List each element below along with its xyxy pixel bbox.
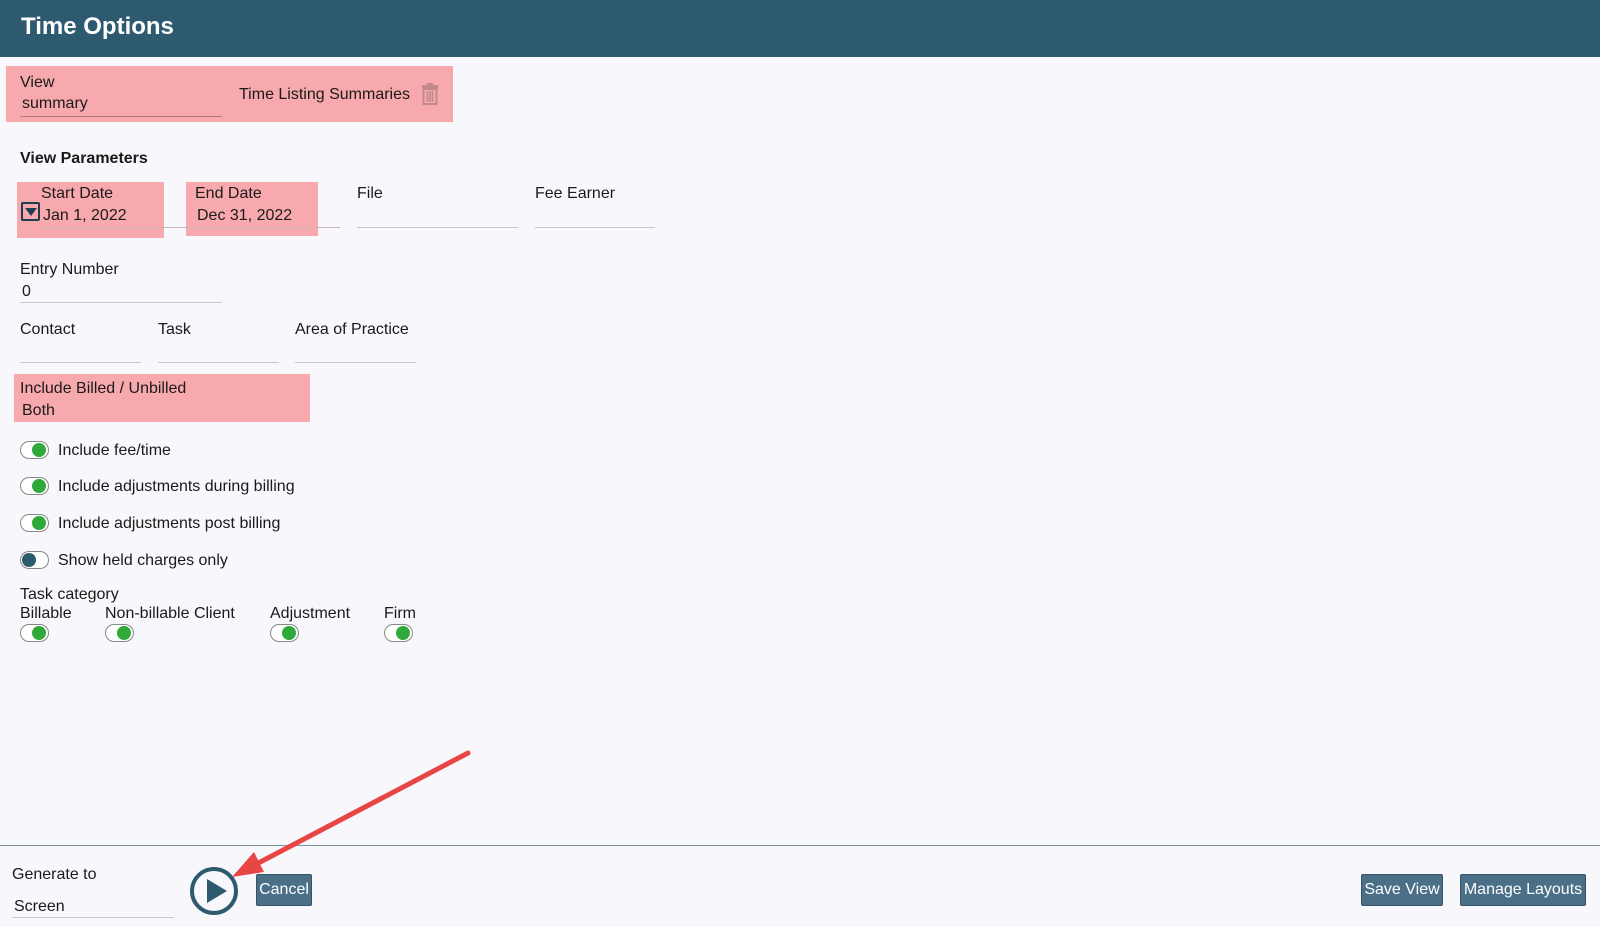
start-date-input[interactable]: Jan 1, 2022 (43, 207, 127, 225)
start-date-label: Start Date (41, 185, 114, 202)
entry-number-label: Entry Number (20, 261, 119, 278)
contact-underline (20, 362, 141, 363)
contact-label: Contact (20, 321, 76, 338)
task-category-non-billable-label: Non-billable Client (105, 605, 235, 622)
entry-number-input[interactable]: 0 (22, 283, 31, 301)
view-label: View (20, 74, 55, 91)
date-underline (40, 227, 340, 228)
show-held-charges-label: Show held charges only (58, 552, 228, 569)
task-category-label: Task category (20, 586, 119, 603)
fee-earner-underline (535, 227, 655, 228)
include-adjustments-post-billing-label: Include adjustments post billing (58, 515, 281, 532)
include-fee-time-toggle[interactable] (20, 441, 49, 459)
play-icon[interactable] (190, 867, 238, 915)
task-category-non-billable-toggle[interactable] (105, 624, 134, 642)
include-adjustments-during-billing-label: Include adjustments during billing (58, 478, 295, 495)
area-of-practice-underline (295, 362, 416, 363)
fee-earner-label: Fee Earner (535, 185, 616, 202)
page-title: Time Options (21, 13, 174, 40)
include-adjustments-post-billing-toggle[interactable] (20, 514, 49, 532)
trash-icon[interactable] (421, 83, 439, 105)
include-fee-time-label: Include fee/time (58, 442, 171, 459)
view-select[interactable]: summary (22, 95, 88, 113)
task-category-adjustment-label: Adjustment (270, 605, 351, 622)
title-bar: Time Options (0, 0, 1600, 57)
task-category-billable-toggle[interactable] (20, 624, 49, 642)
billed-label: Include Billed / Unbilled (20, 380, 187, 397)
view-parameters-heading: View Parameters (20, 150, 148, 167)
footer-divider (0, 845, 1600, 846)
manage-layouts-button[interactable]: Manage Layouts (1460, 874, 1586, 906)
entry-number-underline (20, 302, 222, 303)
generate-to-label: Generate to (12, 866, 97, 883)
task-underline (158, 362, 279, 363)
end-date-input[interactable]: Dec 31, 2022 (197, 207, 292, 225)
billed-select[interactable]: Both (22, 402, 55, 420)
generate-to-underline (12, 917, 174, 918)
cancel-button[interactable]: Cancel (256, 874, 312, 906)
date-picker-chevron-down-icon[interactable] (21, 202, 40, 221)
view-underline (20, 116, 222, 117)
task-category-billable-label: Billable (20, 605, 72, 622)
task-category-firm-label: Firm (384, 605, 416, 622)
task-category-adjustment-toggle[interactable] (270, 624, 299, 642)
end-date-label: End Date (195, 185, 262, 202)
task-category-firm-toggle[interactable] (384, 624, 413, 642)
generate-to-select[interactable]: Screen (14, 898, 65, 916)
layout-name: Time Listing Summaries (239, 86, 411, 103)
area-of-practice-label: Area of Practice (295, 321, 409, 338)
show-held-charges-toggle[interactable] (20, 551, 49, 569)
include-adjustments-during-billing-toggle[interactable] (20, 477, 49, 495)
task-label: Task (158, 321, 191, 338)
file-label: File (357, 185, 383, 202)
annotation-arrow (232, 750, 471, 877)
file-underline (357, 227, 518, 228)
save-view-button[interactable]: Save View (1361, 874, 1443, 906)
